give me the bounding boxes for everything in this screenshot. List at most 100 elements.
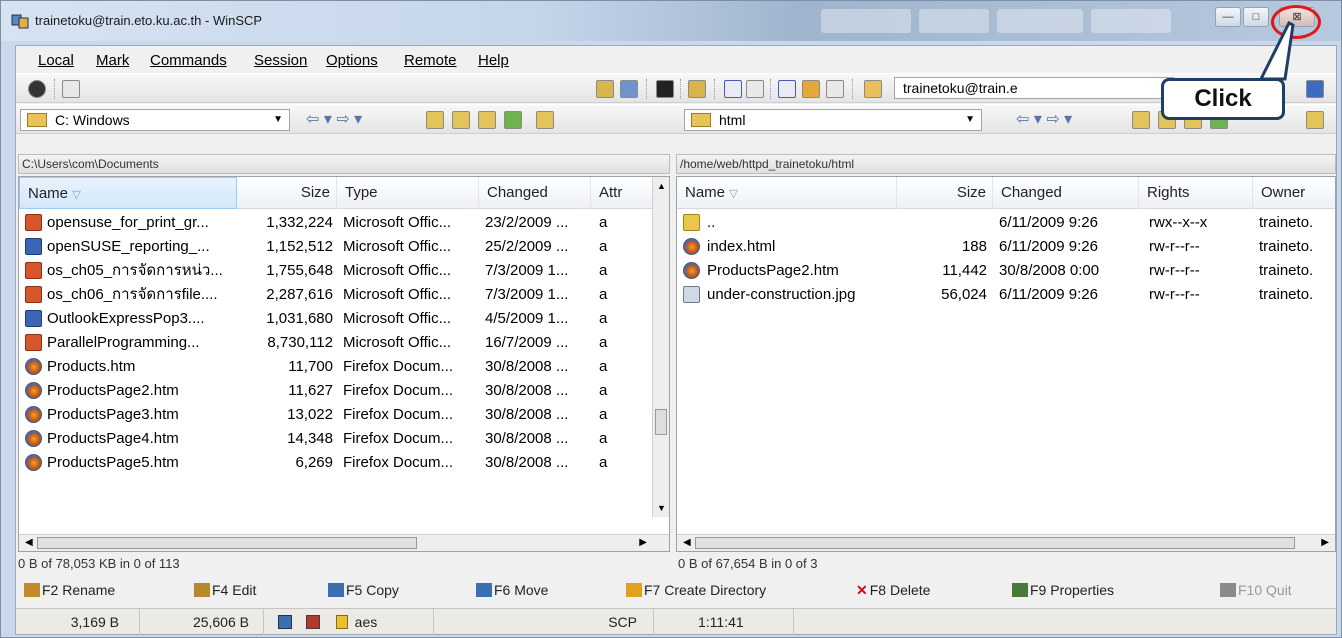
table-row[interactable]: ProductsPage2.htm 11,442 30/8/2008 0:00 rw-…: [677, 259, 1335, 283]
table-row[interactable]: openSUSE_reporting_... 1,152,512 Microsoft…: [19, 235, 669, 259]
scroll-left-arrow-icon[interactable]: ◀: [683, 537, 691, 548]
table-row[interactable]: ParallelProgramming... 8,730,112 Microsoft…: [19, 331, 669, 355]
cell-changed: 7/3/2009 1...: [485, 262, 569, 279]
save-session-icon[interactable]: [1306, 80, 1324, 98]
column-header-owner[interactable]: Owner: [1253, 177, 1335, 209]
filter-icon[interactable]: [778, 80, 796, 98]
local-back-forward-buttons[interactable]: ⇦ ▾ ⇨ ▾: [306, 109, 362, 129]
scroll-right-arrow-icon[interactable]: ▶: [639, 537, 647, 548]
table-row[interactable]: .. 6/11/2009 9:26 rwx--x--x traineto.: [677, 211, 1335, 235]
table-row[interactable]: os_ch05_การจัดการหน่ว... 1,755,648 Microso…: [19, 259, 669, 283]
remote-file-list[interactable]: Name ▽ Size Changed Rights Owner .. 6/11/…: [676, 176, 1336, 552]
move-button[interactable]: F6 Move: [476, 582, 548, 598]
scroll-up-arrow-icon[interactable]: ▲: [657, 181, 666, 191]
parent-dir-icon[interactable]: [426, 111, 444, 129]
table-row[interactable]: ProductsPage4.htm 14,348 Firefox Docum... 3…: [19, 427, 669, 451]
column-header-type[interactable]: Type: [337, 177, 479, 209]
menu-commands[interactable]: Commands: [150, 52, 227, 69]
select-minus-icon[interactable]: [746, 80, 764, 98]
minimize-button[interactable]: —: [1215, 7, 1241, 27]
scroll-right-arrow-icon[interactable]: ▶: [1321, 537, 1329, 548]
lock-icon: [335, 615, 348, 629]
create-directory-button[interactable]: F7 Create Directory: [626, 582, 766, 598]
local-selection-status: 0 B of 78,053 KB in 0 of 113: [18, 556, 180, 571]
remote-folder-combo[interactable]: html ▼: [684, 109, 982, 131]
open-folder-icon[interactable]: [536, 111, 554, 129]
column-header-name[interactable]: Name ▽: [677, 177, 897, 209]
gear-icon[interactable]: [28, 80, 46, 98]
doc-file-icon: [25, 238, 42, 255]
bytes-downloaded: 25,606 B: [140, 609, 264, 635]
scroll-left-arrow-icon[interactable]: ◀: [25, 537, 33, 548]
column-header-size[interactable]: Size: [897, 177, 993, 209]
compare-icon[interactable]: [596, 80, 614, 98]
table-row[interactable]: OutlookExpressPop3.... 1,031,680 Microsoft…: [19, 307, 669, 331]
queue-icon[interactable]: [62, 80, 80, 98]
select-plus-icon[interactable]: [724, 80, 742, 98]
table-row[interactable]: Products.htm 11,700 Firefox Docum... 30/8/2…: [19, 355, 669, 379]
table-row[interactable]: ProductsPage5.htm 6,269 Firefox Docum... 30…: [19, 451, 669, 475]
remote-horizontal-scrollbar[interactable]: ◀ ▶: [677, 534, 1335, 551]
properties-button[interactable]: F9 Properties: [1012, 582, 1114, 598]
delete-button[interactable]: ✕ F8 Delete: [856, 582, 930, 599]
column-header-changed[interactable]: Changed: [479, 177, 591, 209]
column-header-changed[interactable]: Changed: [993, 177, 1139, 209]
menu-mark[interactable]: Mark: [96, 52, 129, 69]
cell-name: opensuse_for_print_gr...: [47, 214, 209, 231]
column-header-rights[interactable]: Rights: [1139, 177, 1253, 209]
cell-changed: 16/7/2009 ...: [485, 334, 569, 351]
scroll-thumb[interactable]: [37, 537, 417, 549]
parent-folder-icon: [683, 214, 700, 231]
scroll-thumb[interactable]: [655, 409, 667, 435]
toolbar-navigation: C: Windows ▼ ⇦ ▾ ⇨ ▾ html ▼ ⇦ ▾ ⇨ ▾: [16, 104, 1336, 134]
cell-name: os_ch05_การจัดการหน่ว...: [47, 262, 223, 279]
background-window-thumbnail: [997, 9, 1083, 33]
console-icon[interactable]: [656, 80, 674, 98]
menu-options[interactable]: Options: [326, 52, 378, 69]
cipher-name: aes: [354, 614, 378, 630]
menu-help[interactable]: Help: [478, 52, 509, 69]
cell-attr: a: [599, 406, 608, 423]
local-vertical-scrollbar[interactable]: ▲ ▼: [652, 177, 669, 517]
synchronize-icon[interactable]: [620, 80, 638, 98]
edit-button[interactable]: F4 Edit: [194, 582, 256, 598]
remote-back-forward-buttons[interactable]: ⇦ ▾ ⇨ ▾: [1016, 109, 1072, 129]
home-dir-icon[interactable]: [478, 111, 496, 129]
table-row[interactable]: ProductsPage3.htm 13,022 Firefox Docum... 3…: [19, 403, 669, 427]
htm-file-icon: [25, 358, 42, 375]
column-header-name[interactable]: Name ▽: [19, 177, 237, 209]
root-dir-icon[interactable]: [452, 111, 470, 129]
cell-size: 11,627: [288, 382, 333, 399]
copy-button[interactable]: F5 Copy: [328, 582, 399, 598]
cell-changed: 25/2/2009 ...: [485, 238, 569, 255]
quit-button[interactable]: F10 Quit: [1220, 582, 1292, 598]
table-row[interactable]: index.html 188 6/11/2009 9:26 rw-r--r-- trai…: [677, 235, 1335, 259]
remote-parent-dir-icon[interactable]: [1132, 111, 1150, 129]
scroll-down-arrow-icon[interactable]: ▼: [657, 503, 666, 513]
table-row[interactable]: ProductsPage2.htm 11,627 Firefox Docum... 3…: [19, 379, 669, 403]
scroll-thumb[interactable]: [695, 537, 1295, 549]
invert-selection-icon[interactable]: [802, 80, 820, 98]
local-horizontal-scrollbar[interactable]: ◀ ▶: [19, 534, 669, 551]
menu-session[interactable]: Session: [254, 52, 307, 69]
keep-up-to-date-icon[interactable]: [688, 80, 706, 98]
column-header-size[interactable]: Size: [237, 177, 337, 209]
table-row[interactable]: under-construction.jpg 56,024 6/11/2009 9:…: [677, 283, 1335, 307]
cell-name: ProductsPage4.htm: [47, 430, 179, 447]
table-row[interactable]: os_ch06_การจัดการfile.... 2,287,616 Micros…: [19, 283, 669, 307]
rename-button[interactable]: F2 Rename: [24, 582, 115, 598]
local-drive-combo[interactable]: C: Windows ▼: [20, 109, 290, 131]
refresh-icon[interactable]: [504, 111, 522, 129]
table-row[interactable]: opensuse_for_print_gr... 1,332,224 Microso…: [19, 211, 669, 235]
menu-remote[interactable]: Remote: [404, 52, 457, 69]
column-header-attr[interactable]: Attr: [591, 177, 653, 209]
local-file-list[interactable]: Name ▽ Size Type Changed Attr opensuse_f…: [18, 176, 670, 552]
remote-open-folder-icon[interactable]: [1306, 111, 1324, 129]
clear-selection-icon[interactable]: [826, 80, 844, 98]
cell-size: 1,152,512: [266, 238, 333, 255]
security-status: aes: [264, 609, 434, 635]
new-session-icon[interactable]: [864, 80, 882, 98]
cell-rights: rw-r--r--: [1149, 286, 1200, 303]
session-combo[interactable]: trainetoku@train.e: [894, 77, 1174, 99]
menu-local[interactable]: Local: [38, 52, 74, 69]
